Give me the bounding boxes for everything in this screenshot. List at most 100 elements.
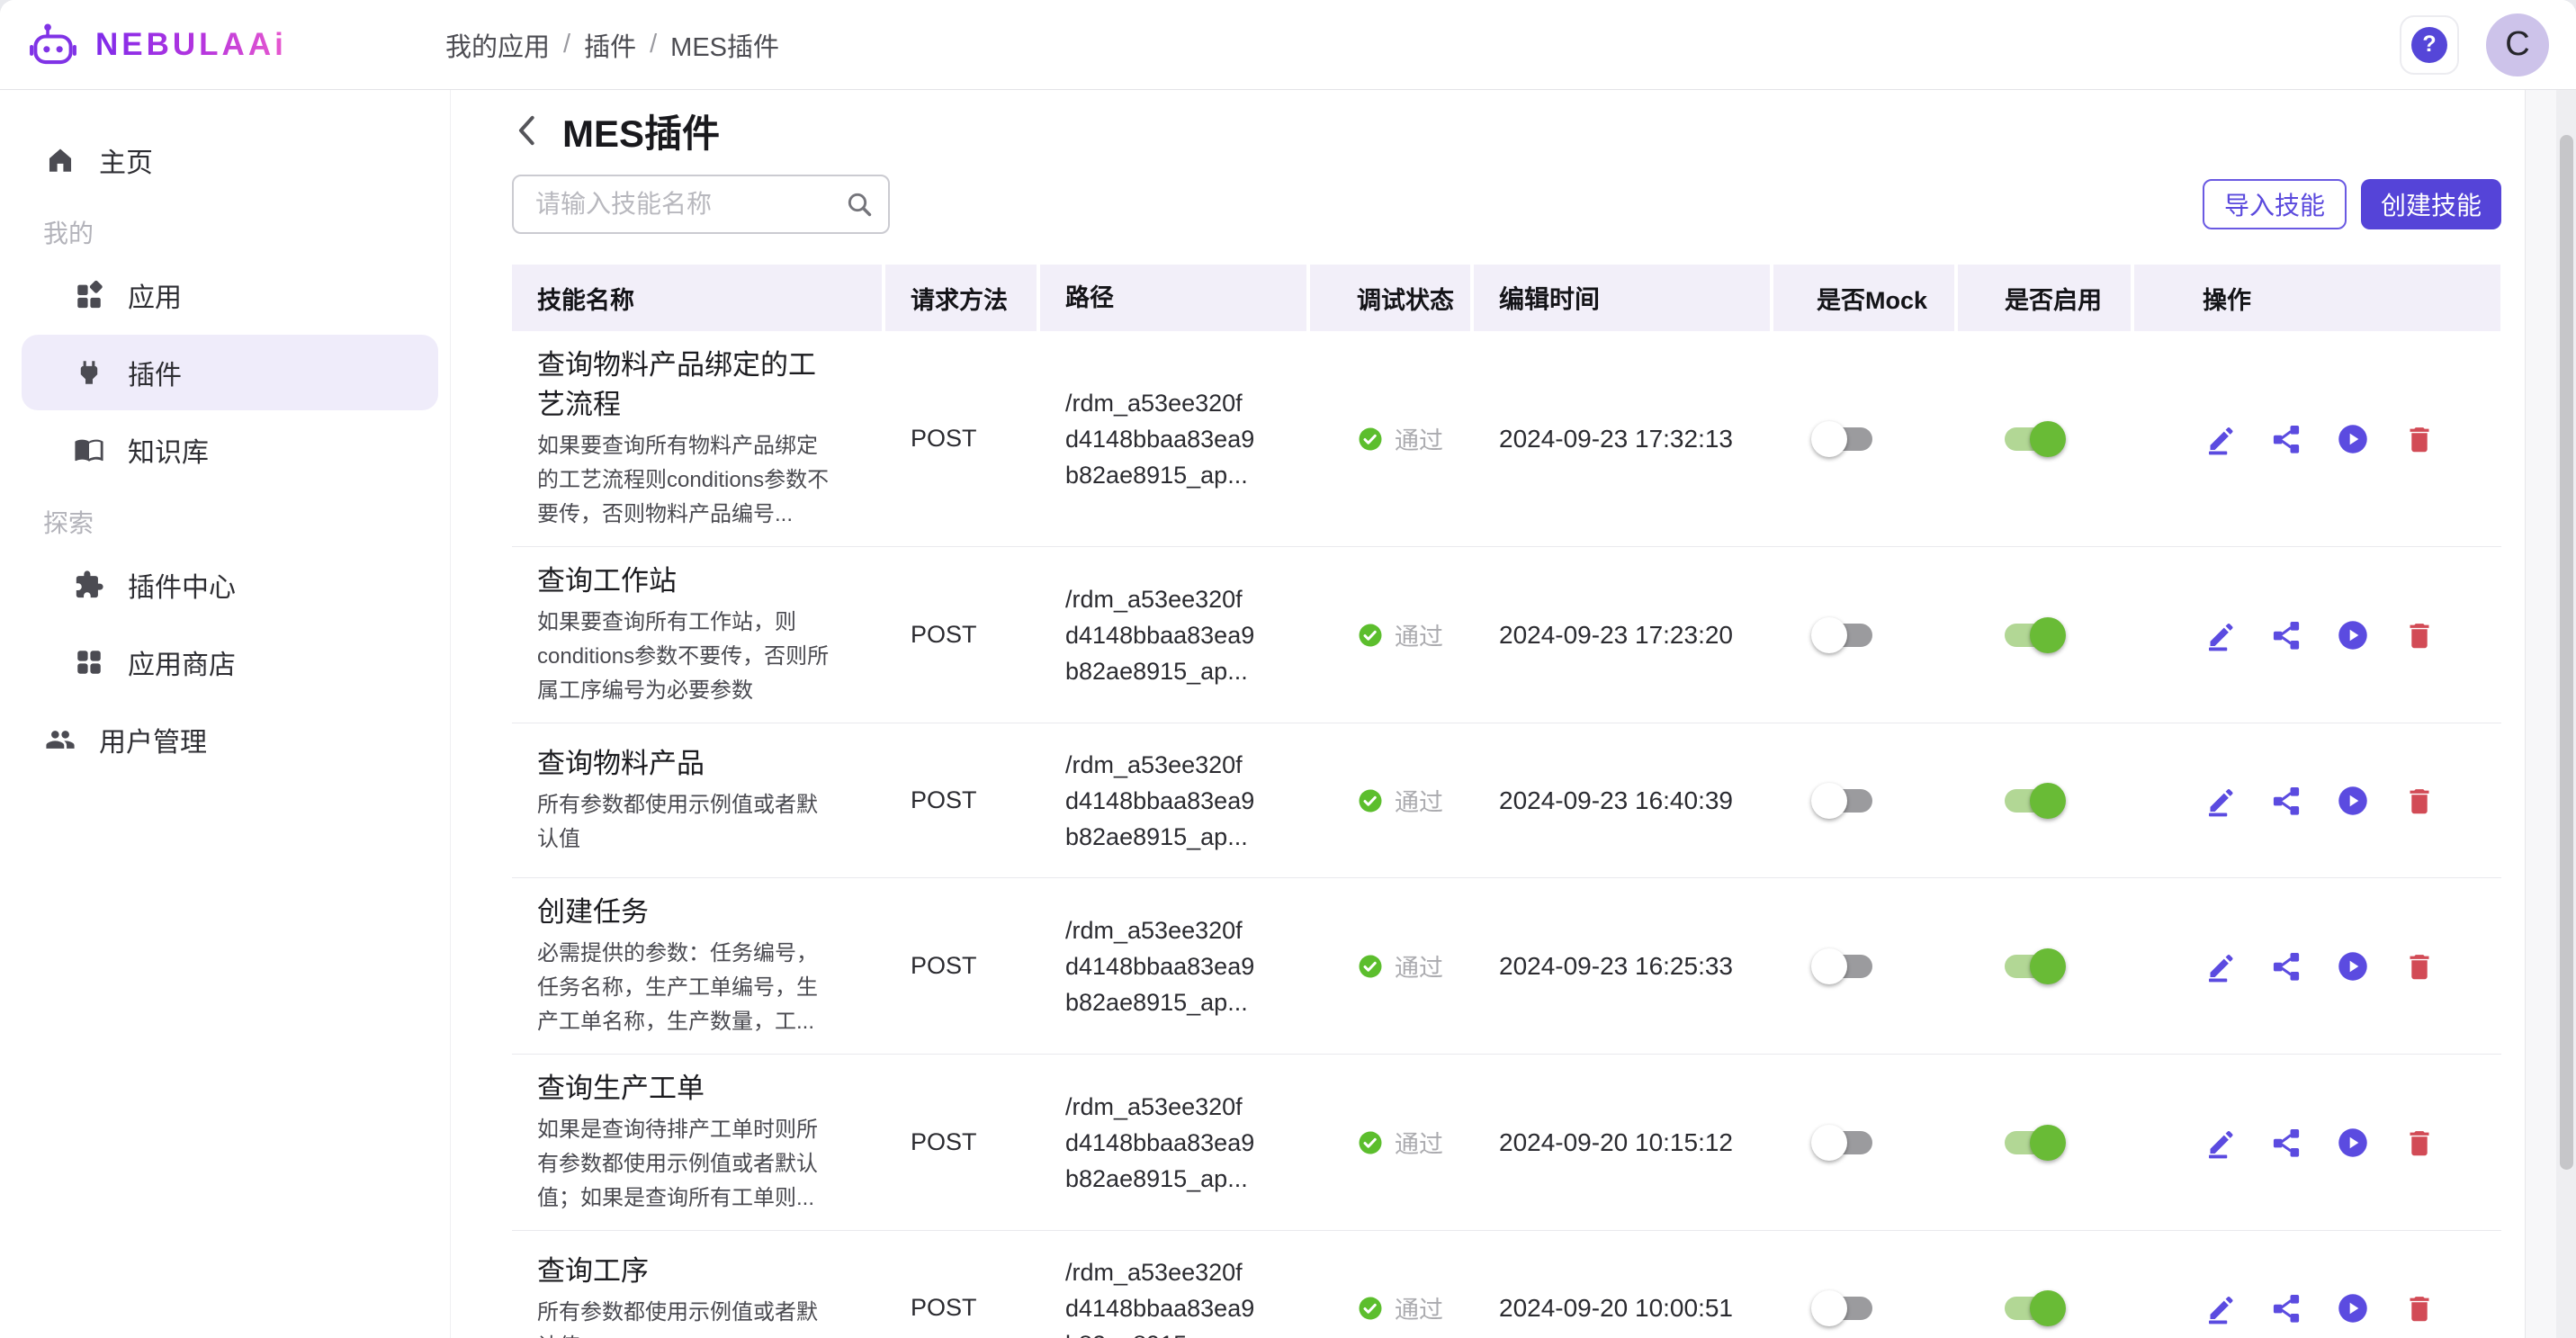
share-button[interactable]: [2269, 1291, 2303, 1325]
sidebar-item-label: 插件中心: [128, 565, 236, 605]
enable-toggle[interactable]: [2005, 789, 2060, 813]
share-button[interactable]: [2269, 422, 2303, 456]
enable-toggle[interactable]: [2005, 624, 2060, 647]
run-button[interactable]: [2336, 618, 2370, 652]
debug-status-label: 通过: [1395, 1125, 1443, 1160]
edit-icon: [2204, 785, 2236, 817]
enable-cell: [1958, 624, 2134, 647]
search-icon[interactable]: [845, 190, 874, 219]
page-title: MES插件: [562, 103, 720, 158]
toggle-knob: [1811, 783, 1847, 819]
sidebar-item-plugin-center[interactable]: 插件中心: [22, 547, 438, 623]
question-icon: ?: [2411, 27, 2447, 63]
mock-toggle[interactable]: [1817, 789, 1872, 813]
sidebar: 主页 我的 应用 插件 知识库 探索 插件中心 应用商店: [0, 90, 450, 1338]
delete-button[interactable]: [2402, 618, 2437, 652]
edit-button[interactable]: [2203, 618, 2237, 652]
app-logo[interactable]: NEBULAAi: [27, 22, 445, 67]
enable-toggle[interactable]: [2005, 955, 2060, 978]
edit-button[interactable]: [2203, 949, 2237, 983]
debug-status-cell: 通过: [1310, 948, 1474, 983]
user-avatar[interactable]: C: [2486, 13, 2549, 76]
run-button[interactable]: [2336, 1291, 2370, 1325]
create-skill-button[interactable]: 创建技能: [2361, 179, 2501, 229]
edit-button[interactable]: [2203, 1126, 2237, 1160]
run-button[interactable]: [2336, 1126, 2370, 1160]
mock-toggle[interactable]: [1817, 624, 1872, 647]
check-circle-icon: [1357, 787, 1384, 814]
mock-toggle[interactable]: [1817, 1297, 1872, 1320]
edit-button[interactable]: [2203, 784, 2237, 818]
table-row: 查询工作站 如果要查询所有工作站，则conditions参数不要传，否则所属工序…: [512, 547, 2501, 723]
edit-button[interactable]: [2203, 422, 2237, 456]
column-header-mock: 是否Mock: [1773, 265, 1958, 331]
actions-cell: [2134, 1291, 2500, 1325]
enable-toggle[interactable]: [2005, 1131, 2060, 1154]
sidebar-item-plugins[interactable]: 插件: [22, 335, 438, 410]
sidebar-item-user-management[interactable]: 用户管理: [22, 702, 438, 777]
skill-name-cell: 查询工作站 如果要查询所有工作站，则conditions参数不要传，否则所属工序…: [512, 561, 885, 708]
share-button[interactable]: [2269, 1126, 2303, 1160]
edit-icon: [2204, 1292, 2236, 1325]
edit-time-cell: 2024-09-23 16:40:39: [1474, 786, 1773, 815]
scrollbar-thumb[interactable]: [2560, 135, 2573, 1170]
toggle-knob: [1811, 1125, 1847, 1161]
method-cell: POST: [885, 621, 1040, 649]
help-button[interactable]: ?: [2400, 15, 2459, 75]
check-circle-icon: [1357, 1295, 1384, 1322]
sidebar-item-label: 知识库: [128, 430, 209, 470]
enable-toggle[interactable]: [2005, 427, 2060, 451]
share-button[interactable]: [2269, 784, 2303, 818]
delete-button[interactable]: [2402, 949, 2437, 983]
debug-status-cell: 通过: [1310, 1125, 1474, 1160]
delete-button[interactable]: [2402, 422, 2437, 456]
skill-name-cell: 查询工序 所有参数都使用示例值或者默认值: [512, 1252, 885, 1338]
mock-toggle[interactable]: [1817, 955, 1872, 978]
run-button[interactable]: [2336, 949, 2370, 983]
mock-toggle[interactable]: [1817, 1131, 1872, 1154]
sidebar-section-mine: 我的: [22, 212, 438, 252]
actions-cell: [2134, 618, 2500, 652]
delete-button[interactable]: [2402, 1291, 2437, 1325]
breadcrumb-separator: /: [650, 30, 657, 59]
mock-cell: [1773, 1131, 1958, 1154]
path-cell: /rdm_a53ee320f d4148bbaa83ea9 b82ae8915_…: [1040, 385, 1310, 493]
enable-cell: [1958, 789, 2134, 813]
trash-icon: [2403, 785, 2436, 817]
edit-time-cell: 2024-09-20 10:00:51: [1474, 1294, 1773, 1323]
toggle-knob: [2030, 617, 2066, 653]
toggle-knob: [1811, 617, 1847, 653]
sidebar-item-home[interactable]: 主页: [22, 122, 438, 198]
scrollbar-track[interactable]: [2556, 90, 2576, 1338]
path-cell: /rdm_a53ee320f d4148bbaa83ea9 b82ae8915_…: [1040, 912, 1310, 1020]
import-skill-button[interactable]: 导入技能: [2203, 179, 2347, 229]
share-button[interactable]: [2269, 949, 2303, 983]
mock-toggle[interactable]: [1817, 427, 1872, 451]
toggle-knob: [1811, 421, 1847, 457]
enable-cell: [1958, 427, 2134, 451]
sidebar-item-label: 主页: [99, 140, 153, 180]
method-cell: POST: [885, 786, 1040, 814]
table-row: 查询物料产品 所有参数都使用示例值或者默认值 POST /rdm_a53ee32…: [512, 723, 2501, 878]
breadcrumb-plugins[interactable]: 插件: [584, 26, 636, 64]
search-input[interactable]: [512, 175, 890, 234]
edit-time-cell: 2024-09-23 16:25:33: [1474, 952, 1773, 981]
sidebar-item-app-store[interactable]: 应用商店: [22, 624, 438, 700]
run-button[interactable]: [2336, 784, 2370, 818]
enable-toggle[interactable]: [2005, 1297, 2060, 1320]
delete-button[interactable]: [2402, 784, 2437, 818]
app-window: NEBULAAi 我的应用 / 插件 / MES插件 ? C 主页 我的 应用: [0, 0, 2576, 1338]
run-button[interactable]: [2336, 422, 2370, 456]
breadcrumb-my-apps[interactable]: 我的应用: [445, 26, 550, 64]
logo-text: NEBULAAi: [95, 27, 287, 63]
sidebar-item-apps[interactable]: 应用: [22, 257, 438, 333]
skills-table: 技能名称 请求方法 路径 调试状态 编辑时间 是否Mock 是否启用 操作 查询…: [512, 265, 2501, 1338]
share-icon: [2270, 1127, 2302, 1159]
toggle-knob: [2030, 783, 2066, 819]
edit-button[interactable]: [2203, 1291, 2237, 1325]
sidebar-item-knowledge-base[interactable]: 知识库: [22, 412, 438, 488]
plug-icon: [74, 357, 104, 388]
delete-button[interactable]: [2402, 1126, 2437, 1160]
share-button[interactable]: [2269, 618, 2303, 652]
back-button[interactable]: [512, 112, 543, 148]
